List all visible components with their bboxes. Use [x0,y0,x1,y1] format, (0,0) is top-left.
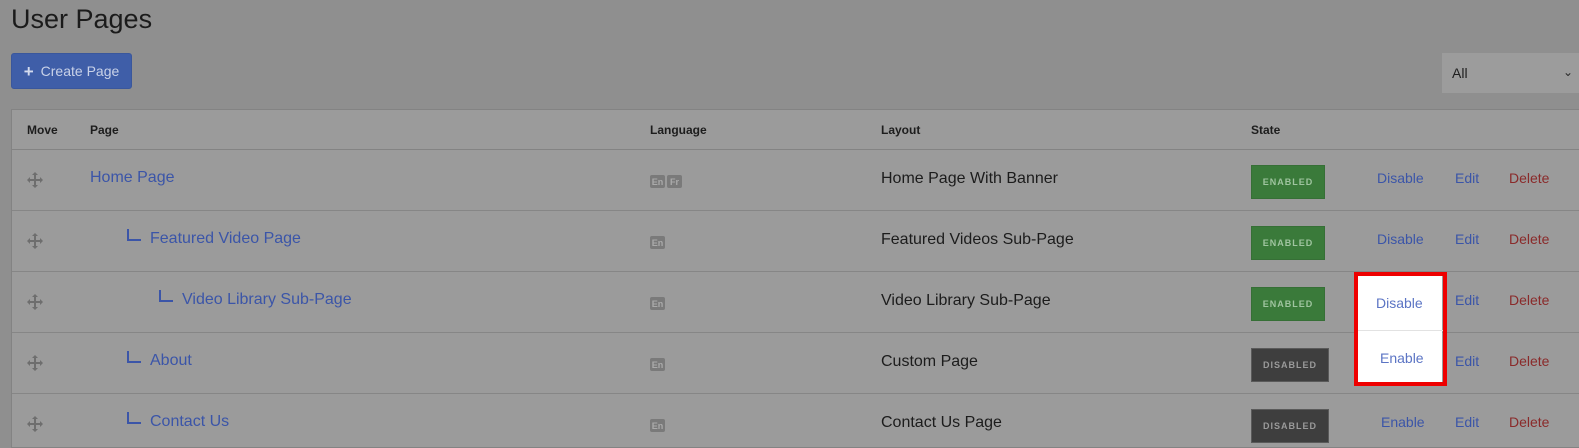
status-badge: DISABLED [1251,348,1329,382]
edit-link[interactable]: Edit [1455,231,1479,247]
language-badges: En [650,358,665,371]
layout-text: Custom Page [881,353,978,370]
pages-table: Move Page Language Layout State Home Pag… [11,109,1579,448]
tree-connector-icon [127,351,141,363]
delete-link[interactable]: Delete [1509,231,1549,247]
header-language: Language [650,123,707,137]
status-badge: ENABLED [1251,226,1325,260]
table-header: Move Page Language Layout State [12,110,1579,150]
move-icon[interactable] [26,293,44,311]
layout-text: Featured Videos Sub-Page [881,231,1074,248]
page-link[interactable]: Video Library Sub-Page [182,291,352,309]
table-row: Video Library Sub-Page En Video Library … [12,272,1579,333]
header-move: Move [27,123,58,137]
table-row: Featured Video Page En Featured Videos S… [12,211,1579,272]
tree-connector-icon [127,229,141,241]
table-row: About En Custom Page DISABLED Edit Delet… [12,333,1579,394]
highlight-box [1354,272,1447,386]
status-badge: ENABLED [1251,165,1325,199]
create-page-label: Create Page [40,63,120,79]
language-badge: En [650,297,665,310]
filter-select[interactable]: All ⌄ [1442,53,1579,93]
language-badges: En [650,419,665,432]
language-badges: En Fr [650,175,682,188]
table-row: Contact Us En Contact Us Page DISABLED E… [12,394,1579,448]
plus-icon: + [23,61,34,81]
edit-link[interactable]: Edit [1455,353,1479,369]
tree-connector-icon [127,412,141,424]
layout-text: Video Library Sub-Page [881,292,1051,309]
language-badges: En [650,297,665,310]
delete-link[interactable]: Delete [1509,353,1549,369]
move-icon[interactable] [26,232,44,250]
header-page: Page [90,123,119,137]
tree-connector-icon [159,290,173,302]
header-state: State [1251,123,1281,137]
move-icon[interactable] [26,171,44,189]
disable-link[interactable]: Disable [1377,231,1424,247]
page-link[interactable]: About [150,352,192,370]
delete-link[interactable]: Delete [1509,170,1549,186]
enable-link[interactable]: Enable [1381,414,1425,430]
layout-text: Contact Us Page [881,414,1002,431]
edit-link[interactable]: Edit [1455,170,1479,186]
page-link[interactable]: Contact Us [150,413,229,431]
language-badge: En [650,175,665,188]
header-layout: Layout [881,123,921,137]
disable-link[interactable]: Disable [1377,170,1424,186]
language-badges: En [650,236,665,249]
page-title: User Pages [11,4,153,34]
delete-link[interactable]: Delete [1509,292,1549,308]
page-link[interactable]: Featured Video Page [150,230,301,248]
create-page-button[interactable]: + Create Page [11,53,132,89]
layout-text: Home Page With Banner [881,170,1058,187]
language-badge: En [650,358,665,371]
move-icon[interactable] [26,354,44,372]
filter-selected-value: All [1452,65,1468,81]
chevron-down-icon: ⌄ [1562,65,1573,79]
language-badge: En [650,419,665,432]
status-badge: DISABLED [1251,409,1329,443]
page-link[interactable]: Home Page [90,169,175,187]
move-icon[interactable] [26,415,44,433]
edit-link[interactable]: Edit [1455,292,1479,308]
table-row: Home Page En Fr Home Page With Banner EN… [12,150,1579,211]
language-badge: En [650,236,665,249]
language-badge: Fr [667,175,682,188]
delete-link[interactable]: Delete [1509,414,1549,430]
status-badge: ENABLED [1251,287,1325,321]
edit-link[interactable]: Edit [1455,414,1479,430]
